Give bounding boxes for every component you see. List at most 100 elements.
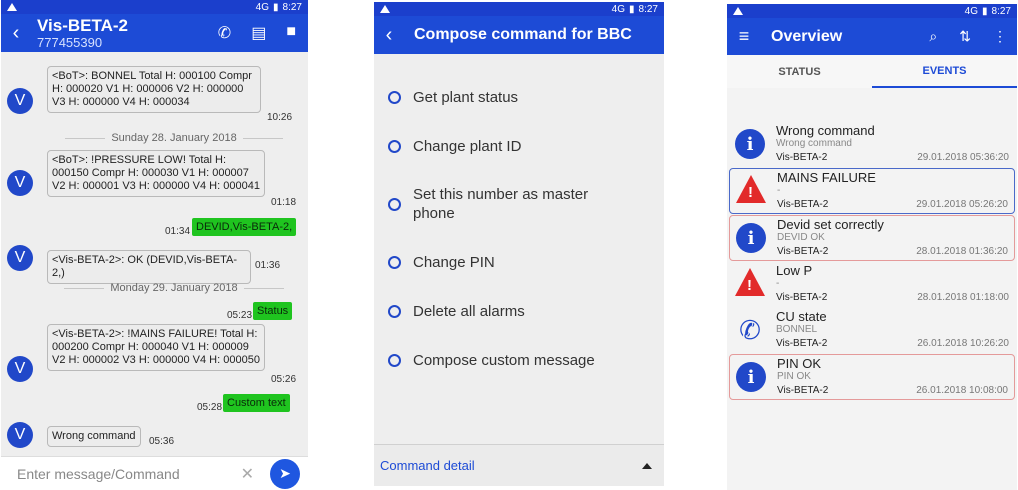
event-subtitle: - xyxy=(776,278,780,289)
tab-bar: STATUS EVENTS xyxy=(727,55,1017,88)
network-label: 4G xyxy=(611,3,626,15)
incoming-message: <Vis-BETA-2>: OK (DEVID,Vis-BETA-2,) xyxy=(47,250,251,284)
message-time: 05:26 xyxy=(271,374,297,385)
calendar-icon[interactable]: ▤ xyxy=(251,23,266,43)
radio-icon[interactable] xyxy=(388,140,401,153)
event-row[interactable]: i Wrong command Wrong command Vis-BETA-2… xyxy=(729,122,1015,168)
event-title: CU state xyxy=(776,309,827,324)
event-title: PIN OK xyxy=(777,356,822,371)
avatar: V xyxy=(7,422,33,448)
option-label: Get plant status xyxy=(413,89,519,106)
warning-icon xyxy=(380,5,390,13)
chat-app-bar: ‹ Vis-BETA-2 777455390 ✆ ▤ ■ xyxy=(1,14,308,52)
event-subtitle: - xyxy=(777,185,781,196)
event-row[interactable]: ! Low P - Vis-BETA-2 28.01.2018 01:18:00 xyxy=(729,262,1015,308)
incoming-message: <BoT>: !PRESSURE LOW! Total H: 000150 Co… xyxy=(47,150,265,197)
radio-icon[interactable] xyxy=(388,91,401,104)
option-master-phone[interactable]: Set this number as master phone xyxy=(388,185,628,223)
warning-icon: ! xyxy=(736,175,766,203)
message-time: 01:34 xyxy=(165,226,191,237)
event-date: 29.01.2018 05:36:20 xyxy=(917,152,1009,163)
clear-icon[interactable]: ✕ xyxy=(241,464,254,484)
option-delete-alarms[interactable]: Delete all alarms xyxy=(388,302,525,321)
event-date: 28.01.2018 01:18:00 xyxy=(917,292,1009,303)
event-device: Vis-BETA-2 xyxy=(777,246,829,257)
contact-phone: 777455390 xyxy=(37,34,103,50)
chevron-up-icon[interactable] xyxy=(642,462,652,469)
option-label: Compose custom message xyxy=(413,352,595,369)
outgoing-message: Status xyxy=(253,302,293,320)
avatar: V xyxy=(7,170,33,196)
option-change-plant-id[interactable]: Change plant ID xyxy=(388,137,521,156)
page-title: Overview xyxy=(771,27,843,45)
message-input[interactable]: Enter message/Command xyxy=(17,466,241,482)
message-list[interactable]: V <BoT>: BONNEL Total H: 000100 Compr H:… xyxy=(1,52,308,458)
outgoing-message: DEVID,Vis-BETA-2, xyxy=(192,218,297,236)
contact-name: Vis-BETA-2 xyxy=(37,15,129,35)
message-time: 10:26 xyxy=(267,112,293,123)
battery-icon: ▮ xyxy=(629,3,635,15)
send-icon[interactable]: ➤ xyxy=(270,458,300,489)
status-time: 8:27 xyxy=(991,5,1011,17)
event-row[interactable]: ✆ CU state BONNEL Vis-BETA-2 26.01.2018 … xyxy=(729,308,1015,354)
radio-icon[interactable] xyxy=(388,305,401,318)
message-input-bar: Enter message/Command ✕ ➤ xyxy=(1,456,308,490)
event-device: Vis-BETA-2 xyxy=(776,152,828,163)
event-date: 28.01.2018 01:36:20 xyxy=(916,246,1008,257)
day-separator: Monday 29. January 2018 xyxy=(49,282,299,294)
command-detail-label: Command detail xyxy=(380,458,475,473)
chat-screen: 4G ▮ 8:27 ‹ Vis-BETA-2 777455390 ✆ ▤ ■ V… xyxy=(1,0,308,490)
avatar: V xyxy=(7,245,33,271)
delete-icon[interactable]: ■ xyxy=(286,23,296,43)
compose-app-bar: ‹ Compose command for BBC xyxy=(374,16,664,54)
event-device: Vis-BETA-2 xyxy=(776,292,828,303)
call-icon[interactable]: ✆ xyxy=(218,23,231,43)
event-date: 26.01.2018 10:26:20 xyxy=(917,338,1009,349)
day-separator: Sunday 28. January 2018 xyxy=(49,132,299,144)
tab-events[interactable]: EVENTS xyxy=(872,55,1017,88)
event-row[interactable]: i PIN OK PIN OK Vis-BETA-2 26.01.2018 10… xyxy=(729,354,1015,400)
sort-icon[interactable]: ⇅ xyxy=(959,28,971,45)
status-time: 8:27 xyxy=(282,1,302,13)
option-label: Change PIN xyxy=(413,254,495,271)
event-device: Vis-BETA-2 xyxy=(777,199,829,210)
warning-icon xyxy=(733,7,743,15)
option-label: Change plant ID xyxy=(413,138,522,155)
event-list[interactable]: i Wrong command Wrong command Vis-BETA-2… xyxy=(727,118,1017,408)
option-change-pin[interactable]: Change PIN xyxy=(388,253,495,272)
option-get-plant-status[interactable]: Get plant status xyxy=(388,88,518,107)
radio-icon[interactable] xyxy=(388,354,401,367)
event-row[interactable]: ! MAINS FAILURE - Vis-BETA-2 29.01.2018 … xyxy=(729,168,1015,214)
network-label: 4G xyxy=(964,5,979,17)
event-title: Low P xyxy=(776,263,813,278)
radio-icon[interactable] xyxy=(388,256,401,269)
tab-status[interactable]: STATUS xyxy=(727,55,872,88)
event-row[interactable]: i Devid set correctly DEVID OK Vis-BETA-… xyxy=(729,215,1015,261)
message-time: 01:18 xyxy=(271,197,297,208)
page-title: Compose command for BBC xyxy=(414,26,632,43)
event-subtitle: BONNEL xyxy=(776,324,818,335)
warning-icon: ! xyxy=(735,268,765,296)
event-subtitle: Wrong command xyxy=(776,138,852,149)
event-date: 29.01.2018 05:26:20 xyxy=(916,199,1008,210)
status-bar: 4G ▮ 8:27 xyxy=(727,4,1017,18)
avatar: V xyxy=(7,88,33,114)
option-custom-message[interactable]: Compose custom message xyxy=(388,351,595,370)
option-label: Set this number as master phone xyxy=(413,186,589,222)
event-subtitle: DEVID OK xyxy=(777,232,825,243)
outgoing-message: Custom text xyxy=(223,394,290,412)
network-label: 4G xyxy=(255,1,270,13)
phone-icon: ✆ xyxy=(739,314,761,345)
back-arrow-icon[interactable]: ‹ xyxy=(374,24,404,47)
avatar: V xyxy=(7,356,33,382)
event-title: Devid set correctly xyxy=(777,217,884,232)
more-icon[interactable]: ⋮ xyxy=(993,28,1007,45)
menu-icon[interactable]: ≡ xyxy=(727,26,761,47)
search-icon[interactable]: ⌕ xyxy=(929,28,937,45)
radio-icon[interactable] xyxy=(388,197,401,211)
overview-screen: 4G ▮ 8:27 ≡ Overview ⌕ ⇅ ⋮ STATUS EVENTS… xyxy=(727,4,1017,490)
overview-app-bar: ≡ Overview ⌕ ⇅ ⋮ xyxy=(727,18,1017,55)
command-detail-bar[interactable]: Command detail xyxy=(374,444,664,486)
incoming-message: Wrong command xyxy=(47,426,141,447)
back-arrow-icon[interactable]: ‹ xyxy=(1,22,31,45)
